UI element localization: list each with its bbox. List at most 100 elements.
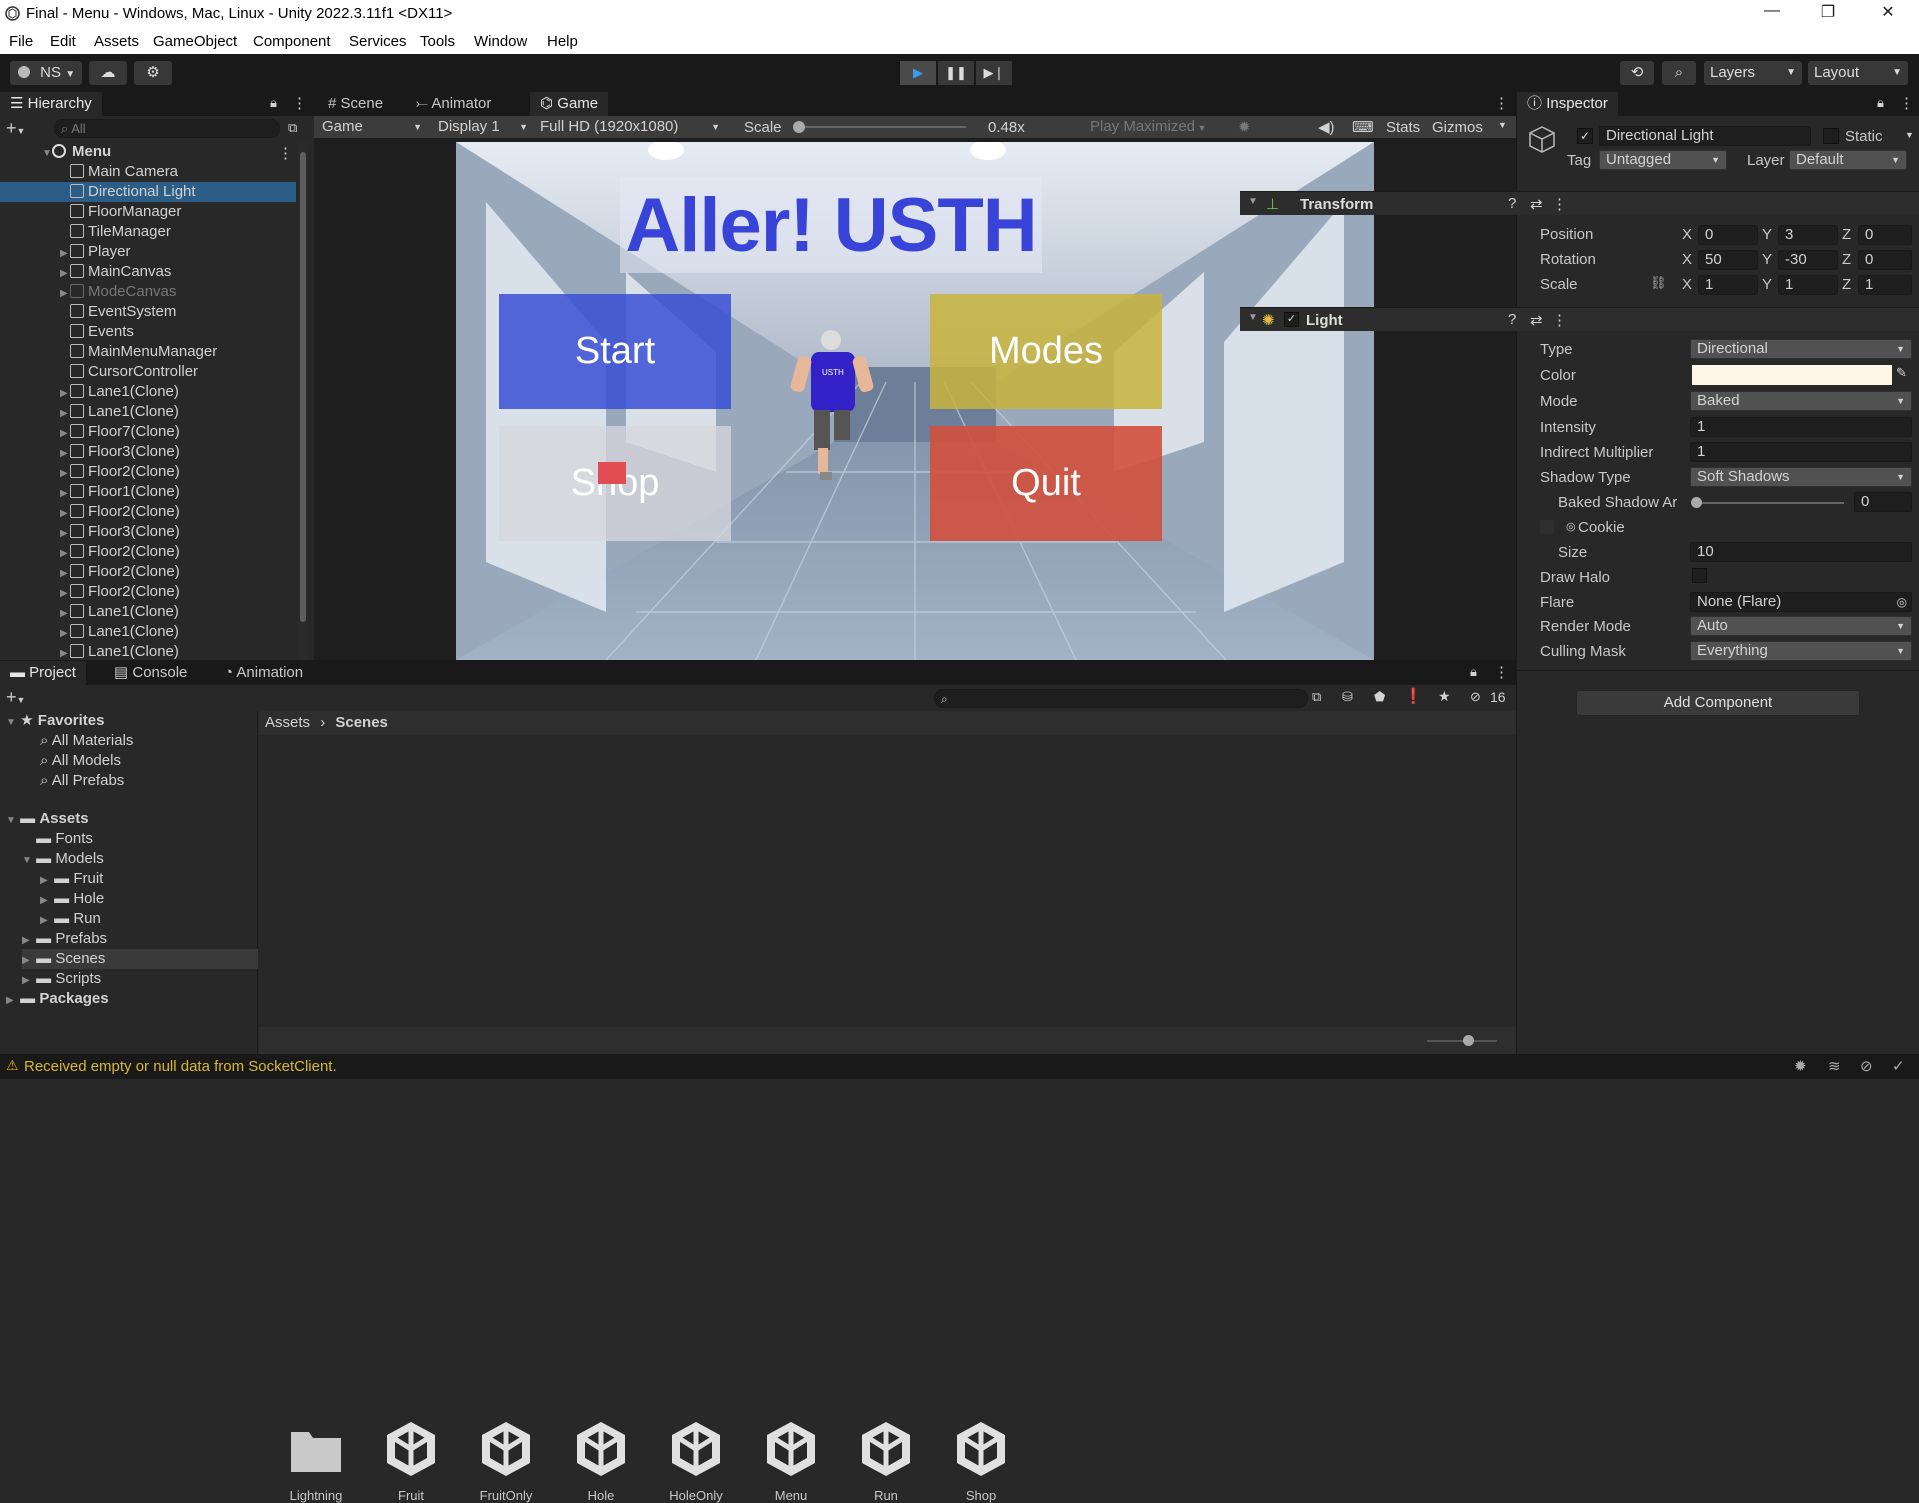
maximize-button[interactable]: ❐ <box>1808 2 1848 26</box>
expand-arrow-icon[interactable]: ▶ <box>60 264 70 284</box>
constrain-proportions-icon[interactable]: ⛓ <box>1650 275 1667 291</box>
expand-arrow-icon[interactable]: ▶ <box>60 404 70 424</box>
play-button[interactable]: ▶ <box>900 61 936 85</box>
expand-arrow-icon[interactable]: ▶ <box>60 584 70 604</box>
hierarchy-item[interactable]: ▶ Floor3(Clone) <box>0 442 296 462</box>
expand-arrow-icon[interactable]: ▶ <box>60 464 70 484</box>
baked-shadow-field[interactable]: 0 <box>1854 492 1912 512</box>
chevron-down-icon[interactable]: ▼ <box>1498 120 1507 130</box>
layout-dropdown[interactable]: Layout ▼ <box>1808 61 1908 85</box>
scene-menu-icon[interactable]: ⋮ <box>278 144 293 162</box>
transform-scale-x[interactable]: 1 <box>1698 275 1758 295</box>
game-mode-dropdown[interactable]: Game ▼ <box>318 117 428 137</box>
hierarchy-item[interactable]: ▶ Player <box>0 242 296 262</box>
tab-hierarchy[interactable]: ☰ Hierarchy <box>0 92 102 116</box>
fav-all-prefabs[interactable]: ⌕ All Prefabs <box>40 771 124 791</box>
object-name-field[interactable]: Directional Light <box>1599 126 1811 146</box>
expand-arrow-icon[interactable]: ▶ <box>60 424 70 444</box>
hierarchy-item[interactable]: Events <box>0 322 296 342</box>
transform-rotation-x[interactable]: 50 <box>1698 250 1758 270</box>
light-header[interactable]: ▼ ✺ ✓ Light ? ⇄ ⋮ <box>1240 307 1919 331</box>
hierarchy-item[interactable]: TileManager <box>0 222 296 242</box>
progress-icon[interactable]: ≋ <box>1828 1057 1841 1075</box>
minimize-button[interactable]: — <box>1752 2 1792 26</box>
add-object-button[interactable]: +▼ <box>6 118 25 139</box>
favorite-icon[interactable]: ★ <box>1438 688 1451 705</box>
preset-icon[interactable]: ⇄ <box>1530 195 1543 213</box>
packages-row[interactable]: ▶ ▬ Packages <box>6 989 109 1009</box>
label-icon[interactable]: ⬟ <box>1374 689 1385 705</box>
expand-arrow-icon[interactable]: ▶ <box>60 544 70 564</box>
pause-button[interactable]: ❚❚ <box>938 61 974 85</box>
history-button[interactable]: ⟲ <box>1620 61 1654 85</box>
active-checkbox[interactable]: ✓ <box>1577 128 1593 144</box>
gizmos-button[interactable]: Gizmos <box>1432 119 1483 136</box>
expand-arrow-icon[interactable]: ▶ <box>60 564 70 584</box>
hierarchy-item[interactable]: Main Camera <box>0 162 296 182</box>
breadcrumb-scenes[interactable]: Scenes <box>335 714 388 731</box>
hierarchy-item[interactable]: ▶ ModeCanvas <box>0 282 296 302</box>
expand-arrow-icon[interactable]: ▶ <box>22 931 32 951</box>
expand-arrow-icon[interactable]: ▶ <box>22 951 32 971</box>
intensity-field[interactable]: 1 <box>1690 417 1912 437</box>
asset-folder-row[interactable]: ▶ ▬ Run <box>40 909 101 929</box>
asset-folder-row[interactable]: ▶ ▬ Scripts <box>22 969 101 989</box>
status-message[interactable]: Received empty or null data from SocketC… <box>24 1058 337 1075</box>
preset-icon[interactable]: ⇄ <box>1530 311 1543 329</box>
assets-row[interactable]: ▼ ▬ Assets <box>6 809 89 829</box>
tab-inspector[interactable]: ⓘ Inspector <box>1517 92 1618 116</box>
help-icon[interactable]: ? <box>1508 311 1516 328</box>
warning-filter-icon[interactable]: ❗ <box>1404 687 1423 705</box>
axis-x-label[interactable]: X <box>1682 276 1692 293</box>
resolution-dropdown[interactable]: Full HD (1920x1080) ▼ <box>536 117 726 137</box>
asset-item[interactable]: FruitOnly <box>461 1418 551 1503</box>
icon-size-slider-thumb[interactable] <box>1463 1035 1474 1046</box>
more-icon[interactable]: ⋮ <box>1494 94 1509 112</box>
hierarchy-item[interactable]: FloorManager <box>0 202 296 222</box>
layers-dropdown[interactable]: Layers ▼ <box>1704 61 1802 85</box>
asset-item[interactable]: HoleOnly <box>651 1418 741 1503</box>
menu-component[interactable]: Component <box>253 33 331 50</box>
account-dropdown[interactable]: NS ▼ <box>10 61 82 85</box>
axis-y-label[interactable]: Y <box>1762 226 1772 243</box>
modes-button[interactable]: Modes <box>930 294 1162 409</box>
menu-assets[interactable]: Assets <box>94 33 139 50</box>
asset-item[interactable]: Run <box>841 1418 931 1503</box>
scrollbar-thumb[interactable] <box>300 152 306 622</box>
axis-z-label[interactable]: Z <box>1842 226 1851 243</box>
speaker-icon[interactable]: ◀) <box>1318 118 1335 136</box>
hierarchy-item[interactable]: ▶ Lane1(Clone) <box>0 642 296 662</box>
filter-type-icon[interactable]: ⛁ <box>1342 689 1353 705</box>
asset-folder-row[interactable]: ▶ ▬ Hole <box>40 889 104 909</box>
asset-folder-row[interactable]: ▶ ▬ Scenes <box>22 949 258 969</box>
menu-tools[interactable]: Tools <box>420 33 455 50</box>
lock-icon[interactable]: 🔒︎ <box>270 95 277 111</box>
hierarchy-item[interactable]: CursorController <box>0 362 296 382</box>
hierarchy-item[interactable]: ▶ Floor2(Clone) <box>0 562 296 582</box>
expand-arrow-icon[interactable]: ▶ <box>60 284 70 304</box>
start-button[interactable]: Start <box>499 294 731 409</box>
menu-window[interactable]: Window <box>474 33 527 50</box>
transform-scale-y[interactable]: 1 <box>1778 275 1838 295</box>
cloud-button[interactable]: ☁ <box>89 61 127 85</box>
fav-all-materials[interactable]: ⌕ All Materials <box>40 731 133 751</box>
menu-file[interactable]: File <box>9 33 33 50</box>
chevron-down-icon[interactable]: ▼ <box>1905 130 1914 140</box>
stats-button[interactable]: Stats <box>1386 119 1420 136</box>
display-dropdown[interactable]: Display 1 ▼ <box>434 117 534 137</box>
play-maximized-dropdown[interactable]: Play Maximized ▼ <box>1090 117 1220 137</box>
search-button[interactable]: ⌕ <box>1662 61 1696 85</box>
add-component-button[interactable]: Add Component <box>1576 690 1860 716</box>
more-icon[interactable]: ⋮ <box>1552 311 1567 329</box>
expand-arrow-icon[interactable]: ▶ <box>60 484 70 504</box>
icon-size-slider[interactable] <box>1427 1035 1497 1046</box>
expand-arrow-icon[interactable]: ▶ <box>60 524 70 544</box>
expand-arrow-icon[interactable]: ▶ <box>60 504 70 524</box>
asset-folder-row[interactable]: ▬ Fonts <box>22 829 93 849</box>
expand-arrow-icon[interactable]: ▼ <box>22 851 32 871</box>
hierarchy-item[interactable]: ▶ Lane1(Clone) <box>0 402 296 422</box>
expand-arrow-icon[interactable]: ▶ <box>60 624 70 644</box>
asset-item[interactable]: Shop <box>936 1418 1026 1503</box>
axis-y-label[interactable]: Y <box>1762 251 1772 268</box>
hierarchy-item[interactable]: MainMenuManager <box>0 342 296 362</box>
